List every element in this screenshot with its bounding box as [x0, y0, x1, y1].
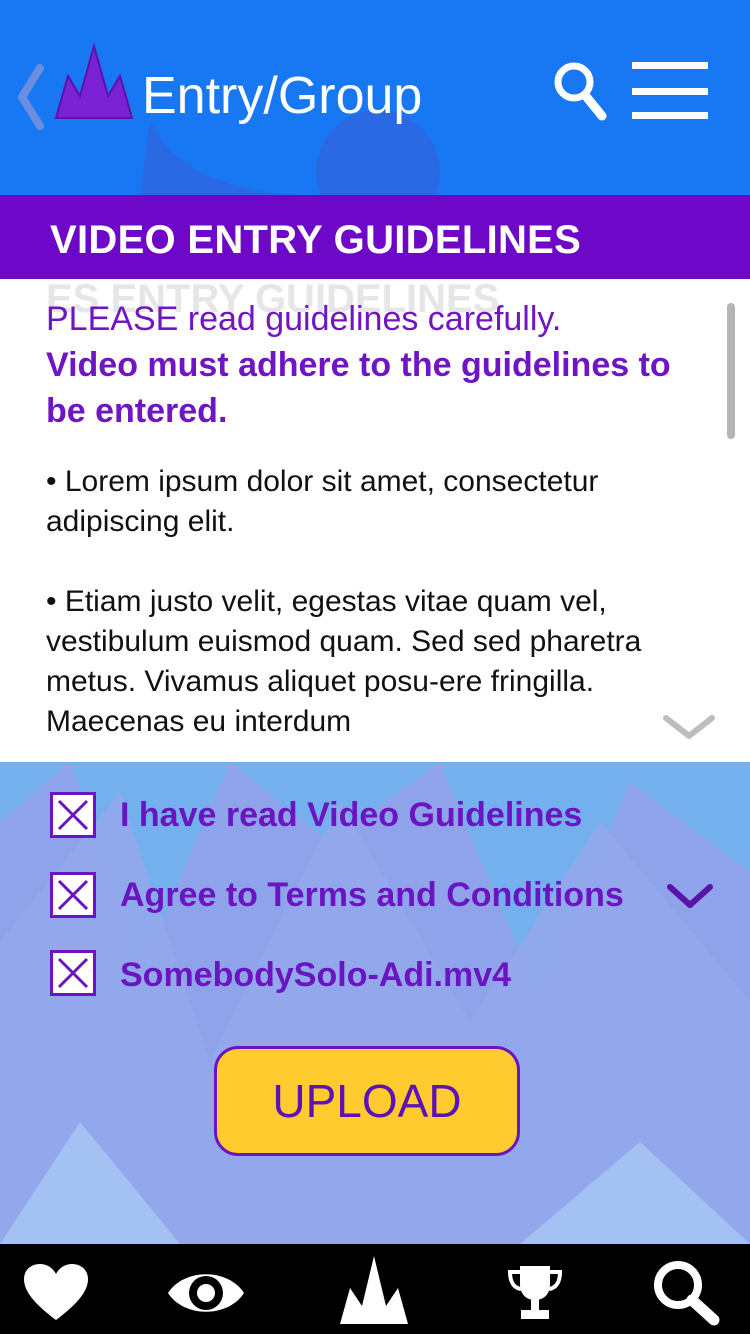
guidelines-checkbox-label[interactable]: I have read Video Guidelines [120, 795, 582, 835]
hamburger-menu-icon[interactable] [632, 60, 710, 122]
guidelines-emphasis-text: Video must adhere to the guidelines to b… [46, 346, 671, 430]
search-nav-icon[interactable] [650, 1258, 722, 1326]
guidelines-body: • Lorem ipsum dolor sit amet, consectetu… [46, 462, 696, 782]
guidelines-intro: PLEASE read guidelines carefully. Video … [46, 296, 716, 434]
crown-logo-icon [54, 42, 134, 119]
guideline-bullet: • Lorem ipsum dolor sit amet, consectetu… [46, 465, 599, 538]
guidelines-intro-text: PLEASE read guidelines carefully. [46, 300, 562, 338]
trophy-icon[interactable] [506, 1262, 564, 1322]
file-checkbox[interactable] [50, 950, 96, 996]
terms-checkbox[interactable] [50, 872, 96, 918]
scroll-down-chevron-icon[interactable] [662, 712, 716, 740]
terms-expand-chevron-icon[interactable] [666, 881, 714, 909]
search-icon[interactable] [552, 60, 608, 124]
upload-button[interactable]: UPLOAD [214, 1046, 520, 1156]
guideline-bullet: • Etiam justo velit, egestas vitae quam … [46, 585, 642, 738]
checkbox-x-icon [57, 879, 89, 911]
crown-logo-nav-icon[interactable] [336, 1252, 412, 1326]
file-name-label[interactable]: SomebodySolo-Adi.mv4 [120, 955, 511, 995]
checkbox-x-icon [57, 799, 89, 831]
back-chevron-icon[interactable] [14, 62, 48, 132]
terms-checkbox-label[interactable]: Agree to Terms and Conditions [120, 875, 624, 915]
checkbox-x-icon [57, 957, 89, 989]
heart-icon[interactable] [22, 1262, 90, 1324]
guidelines-scrollbar[interactable] [727, 303, 735, 439]
guidelines-checkbox[interactable] [50, 792, 96, 838]
section-title: VIDEO ENTRY GUIDELINES [50, 218, 582, 262]
eye-icon[interactable] [166, 1266, 246, 1320]
page-title: Entry/Group [142, 67, 423, 125]
